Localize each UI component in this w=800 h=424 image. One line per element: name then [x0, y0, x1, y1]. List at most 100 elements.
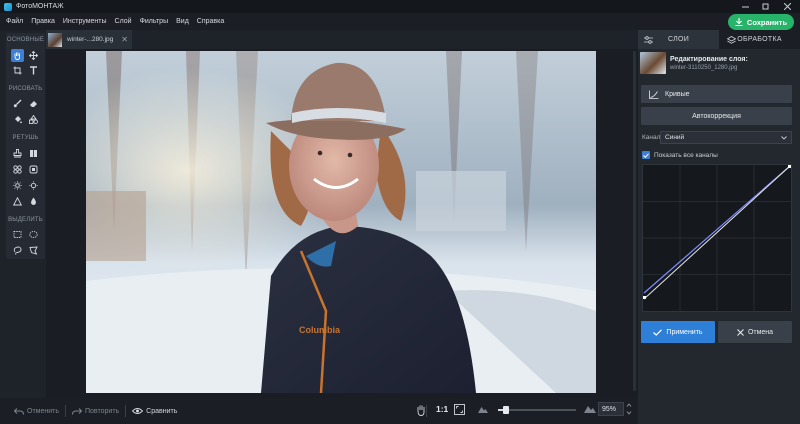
fill-tool[interactable]: [11, 113, 24, 126]
show-all-channels-row[interactable]: Показать все каналы: [642, 151, 718, 159]
ellipse-select-tool[interactable]: [27, 228, 40, 241]
undo-icon: [14, 407, 24, 415]
menu-edit[interactable]: Правка: [27, 18, 59, 25]
zoom-stepper[interactable]: [626, 402, 632, 419]
drop-icon: [31, 197, 36, 205]
curves-button[interactable]: Кривые: [641, 85, 792, 103]
apply-label: Применить: [666, 328, 703, 336]
compare-label: Сравнить: [146, 407, 178, 415]
brush-icon: [13, 99, 22, 108]
app-logo-icon: [4, 2, 12, 11]
patch-tool[interactable]: [27, 147, 40, 160]
actual-size-button[interactable]: 1:1: [436, 404, 448, 414]
document-tab[interactable]: winter-...280.jpg ✕: [46, 30, 132, 49]
eraser-icon: [30, 101, 37, 107]
zoom-input[interactable]: 95%: [598, 402, 624, 416]
crop-icon: [13, 66, 22, 75]
close-window-button[interactable]: [776, 0, 798, 13]
drop-tool[interactable]: [27, 195, 40, 208]
redo-label: Повторить: [85, 407, 120, 415]
chevron-down-icon: [781, 135, 787, 140]
lasso-tool[interactable]: [11, 244, 24, 257]
layer-title: Редактирование слоя:: [670, 55, 748, 63]
crop-tool[interactable]: [11, 64, 24, 77]
dark-tool[interactable]: [27, 179, 40, 192]
menu-filters[interactable]: Фильтры: [136, 18, 173, 25]
tools-panel: ОСНОВНЫЕ РИСОВАТЬ РЕТУШЬ ВЫДЕЛИТЬ: [6, 33, 45, 259]
fit-screen-icon: [454, 404, 465, 415]
channel-row: Канал Синий: [642, 130, 792, 144]
vertical-scrollbar[interactable]: [633, 51, 636, 391]
right-panel: СЛОИ ОБРАБОТКА Редактирование слоя: wint…: [638, 30, 800, 424]
autocorrect-button[interactable]: Автокоррекция: [641, 107, 792, 125]
check-icon: [653, 328, 663, 336]
zoom-out-mountain-icon[interactable]: [478, 405, 488, 415]
tools-section-retouch: РЕТУШЬ: [12, 135, 39, 141]
sun-outline-icon: [29, 181, 38, 190]
menu-bar: Файл Правка Инструменты Слой Фильтры Вид…: [0, 13, 800, 30]
zoom-in-mountain-icon[interactable]: [584, 404, 596, 415]
tab-layers[interactable]: СЛОИ: [638, 30, 719, 49]
curve-point-high[interactable]: [788, 165, 791, 168]
layers-stack-icon: [727, 35, 736, 44]
hand-tool[interactable]: [11, 49, 24, 62]
save-button-label: Сохранить: [746, 17, 788, 27]
redo-button[interactable]: Повторить: [72, 408, 119, 415]
move-tool[interactable]: [27, 49, 40, 62]
tab-processing[interactable]: ОБРАБОТКА: [719, 30, 800, 49]
fit-screen-button[interactable]: [454, 404, 465, 417]
save-button[interactable]: Сохранить: [728, 14, 794, 30]
zoom-slider-handle[interactable]: [502, 406, 509, 414]
sliders-icon: [644, 35, 653, 44]
book-icon: [30, 150, 37, 157]
curve-graph[interactable]: [642, 164, 792, 312]
compare-button[interactable]: Сравнить: [132, 407, 177, 415]
menu-file[interactable]: Файл: [2, 18, 27, 25]
cancel-button[interactable]: Отмена: [718, 321, 792, 343]
text-tool[interactable]: [27, 64, 40, 77]
download-icon: [735, 18, 743, 26]
brush-tool[interactable]: [11, 97, 24, 110]
stamp-tool[interactable]: [11, 147, 24, 160]
light-tool[interactable]: [11, 179, 24, 192]
document-thumbnail: [48, 32, 62, 47]
menu-tools[interactable]: Инструменты: [59, 18, 111, 25]
move-arrows-icon: [29, 51, 38, 60]
svg-text:Columbia: Columbia: [299, 325, 341, 335]
channel-select[interactable]: Синий: [660, 130, 792, 144]
polygon-lasso-icon: [29, 246, 38, 255]
healing-tool[interactable]: [11, 163, 24, 176]
text-icon: [30, 66, 37, 75]
eraser-tool[interactable]: [27, 97, 40, 110]
polygon-lasso-tool[interactable]: [27, 244, 40, 257]
apply-button[interactable]: Применить: [641, 321, 715, 343]
tools-section-select: ВЫДЕЛИТЬ: [8, 217, 43, 223]
menu-help[interactable]: Справка: [193, 18, 228, 25]
curve-point-low[interactable]: [643, 296, 646, 299]
photo-canvas[interactable]: Columbia: [86, 51, 596, 393]
maximize-button[interactable]: [754, 0, 776, 13]
zoom-slider-track[interactable]: [498, 406, 576, 414]
sun-icon: [13, 181, 22, 190]
minimize-button[interactable]: [734, 0, 756, 13]
title-bar: ФотоМОНТАЖ: [0, 0, 800, 13]
menu-layer[interactable]: Слой: [111, 18, 136, 25]
shapes-tool[interactable]: [27, 113, 40, 126]
stamp-icon: [13, 149, 22, 158]
close-tab-icon[interactable]: ✕: [121, 35, 128, 44]
paint-bucket-icon: [15, 116, 22, 124]
layer-filename: winter-3110250_1280.jpg: [670, 64, 738, 71]
canvas-area[interactable]: Columbia: [46, 49, 638, 398]
rect-select-tool[interactable]: [11, 228, 24, 241]
eye-icon: [132, 408, 144, 414]
sharpen-tool[interactable]: [11, 195, 24, 208]
close-icon: [737, 328, 744, 336]
menu-view[interactable]: Вид: [172, 18, 193, 25]
lasso-icon: [13, 246, 22, 255]
undo-button[interactable]: Отменить: [14, 408, 59, 415]
frame-icon: [29, 165, 38, 174]
checkmark-icon: [643, 152, 649, 158]
autocorrect-label: Автокоррекция: [692, 112, 741, 120]
show-all-channels-checkbox[interactable]: [642, 151, 650, 159]
blur-tool[interactable]: [27, 163, 40, 176]
